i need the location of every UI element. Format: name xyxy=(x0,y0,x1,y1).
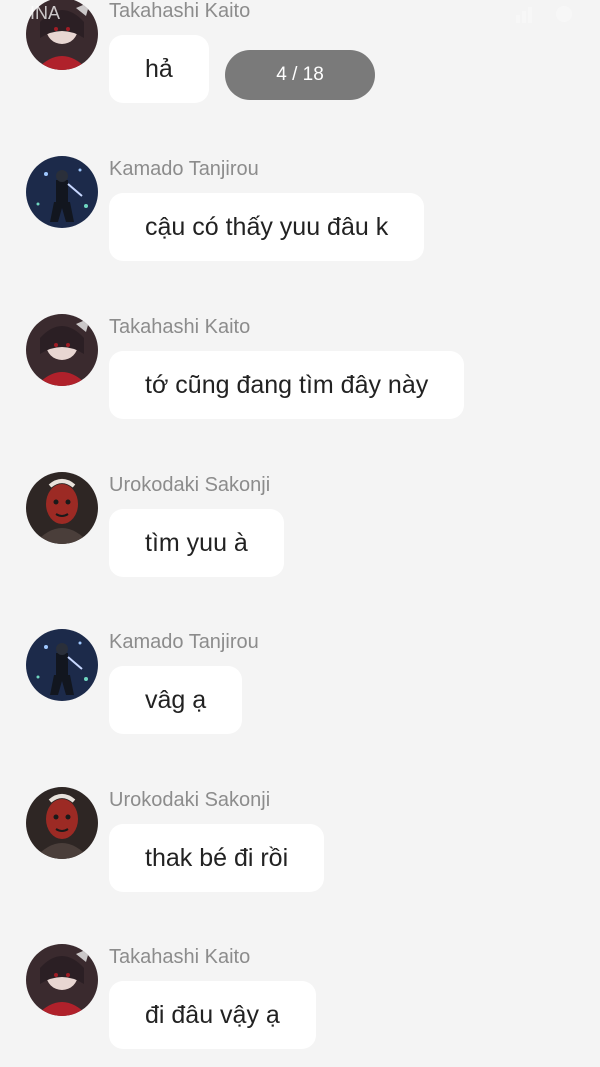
tanjirou-avatar[interactable] xyxy=(26,156,98,228)
sakonji-avatar[interactable] xyxy=(26,787,98,859)
sender-name: Kamado Tanjirou xyxy=(109,631,259,653)
status-bar: INA xyxy=(0,0,600,30)
chat-message: Takahashi Kaito đi đâu vậy ạ xyxy=(0,944,600,1064)
tanjirou-avatar[interactable] xyxy=(26,629,98,701)
chat-view[interactable]: Takahashi Kaito hả Kamado Tanjirou cậu c… xyxy=(0,0,600,1067)
chat-message: Urokodaki Sakonji thak bé đi rồi xyxy=(0,787,600,907)
status-icons xyxy=(516,6,572,23)
kaito-avatar[interactable] xyxy=(26,314,98,386)
message-bubble[interactable]: tớ cũng đang tìm đây này xyxy=(109,351,465,419)
message-bubble[interactable]: hả xyxy=(109,35,209,103)
kaito-avatar[interactable] xyxy=(26,944,98,1016)
sender-name: Takahashi Kaito xyxy=(109,946,251,968)
message-bubble[interactable]: đi đâu vậy ạ xyxy=(109,981,316,1049)
message-bubble[interactable]: cậu có thấy yuu đâu k xyxy=(109,193,425,261)
message-bubble[interactable]: thak bé đi rồi xyxy=(109,824,325,892)
sender-name: Urokodaki Sakonji xyxy=(109,789,271,811)
carrier-label: INA xyxy=(30,3,61,23)
chat-message: Takahashi Kaito tớ cũng đang tìm đây này xyxy=(0,314,600,434)
sender-name: Kamado Tanjirou xyxy=(109,158,259,180)
page-indicator: 4 / 18 xyxy=(225,50,375,100)
chat-message: Urokodaki Sakonji tìm yuu à xyxy=(0,472,600,592)
chat-message: Kamado Tanjirou cậu có thấy yuu đâu k xyxy=(0,156,600,276)
message-bubble[interactable]: vâg ạ xyxy=(109,666,243,734)
sender-name: Takahashi Kaito xyxy=(109,316,251,338)
message-bubble[interactable]: tìm yuu à xyxy=(109,509,284,577)
sakonji-avatar[interactable] xyxy=(26,472,98,544)
sender-name: Urokodaki Sakonji xyxy=(109,474,271,496)
chat-message: Kamado Tanjirou vâg ạ xyxy=(0,629,600,749)
